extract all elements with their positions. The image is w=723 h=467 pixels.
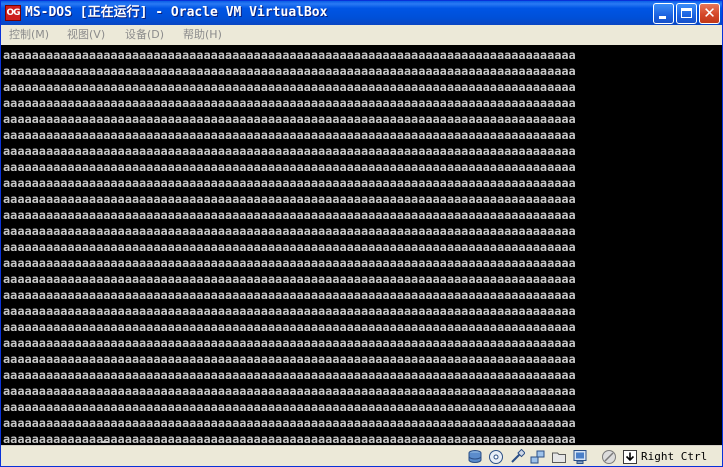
screen-line: aaaaaaaaaaaaaaaaaaaaaaaaaaaaaaaaaaaaaaaa… bbox=[3, 80, 576, 94]
menu-devices[interactable]: 设备(D) bbox=[125, 27, 164, 43]
text-cursor bbox=[101, 441, 109, 443]
maximize-button[interactable] bbox=[676, 3, 697, 24]
screen-line: aaaaaaaaaaaaaaaaaaaaaaaaaaaaaaaaaaaaaaaa… bbox=[3, 336, 576, 350]
title-bar[interactable]: OG MS-DOS [正在运行] - Oracle VM VirtualBox … bbox=[1, 1, 722, 25]
screen-line: aaaaaaaaaaaaaaaaaaaaaaaaaaaaaaaaaaaaaaaa… bbox=[3, 160, 576, 174]
hard-disk-icon[interactable] bbox=[467, 449, 483, 465]
screen-line: aaaaaaaaaaaaaaaaaaaaaaaaaaaaaaaaaaaaaaaa… bbox=[3, 112, 576, 126]
virtualbox-app-icon[interactable]: OG bbox=[5, 5, 21, 21]
screen-line: aaaaaaaaaaaaaaaaaaaaaaaaaaaaaaaaaaaaaaaa… bbox=[3, 384, 576, 398]
screen-line: aaaaaaaaaaaaaaaaaaaaaaaaaaaaaaaaaaaaaaaa… bbox=[3, 288, 576, 302]
close-icon: ✕ bbox=[703, 4, 716, 22]
vm-screen[interactable]: aaaaaaaaaaaaaaaaaaaaaaaaaaaaaaaaaaaaaaaa… bbox=[1, 45, 722, 445]
screen-line: aaaaaaaaaaaaaaaaaaaaaaaaaaaaaaaaaaaaaaaa… bbox=[3, 48, 576, 62]
display-icon[interactable] bbox=[572, 449, 588, 465]
screen-line: aaaaaaaaaaaaaaaaaaaaaaaaaaaaaaaaaaaaaaaa… bbox=[3, 256, 576, 270]
screen-line: aaaaaaaaaaaaaaaaaaaaaaaaaaaaaaaaaaaaaaaa… bbox=[3, 400, 576, 414]
minimize-icon bbox=[659, 16, 666, 19]
keyboard-capture-icon bbox=[622, 449, 638, 465]
menu-control[interactable]: 控制(M) bbox=[9, 27, 49, 43]
network-icon[interactable] bbox=[530, 449, 546, 465]
close-button[interactable]: ✕ bbox=[699, 3, 720, 24]
host-key-label: Right Ctrl bbox=[641, 450, 708, 463]
screen-line: aaaaaaaaaaaaaaaaaaaaaaaaaaaaaaaaaaaaaaaa… bbox=[3, 144, 576, 158]
optical-drive-icon[interactable] bbox=[488, 449, 504, 465]
screen-line: aaaaaaaaaaaaaaaaaaaaaaaaaaaaaaaaaaaaaaaa… bbox=[3, 352, 576, 366]
screen-line: aaaaaaaaaaaaaaaaaaaaaaaaaaaaaaaaaaaaaaaa… bbox=[3, 304, 576, 318]
status-bar: Right Ctrl bbox=[1, 445, 722, 466]
screen-line: aaaaaaaaaaaaaaaaaaaaaaaaaaaaaaaaaaaaaaaa… bbox=[3, 208, 576, 222]
screen-line: aaaaaaaaaaaaaaaaaaaaaaaaaaaaaaaaaaaaaaaa… bbox=[3, 176, 576, 190]
screen-line: aaaaaaaaaaaaaaaaaaaaaaaaaaaaaaaaaaaaaaaa… bbox=[3, 64, 576, 78]
maximize-icon bbox=[681, 8, 692, 18]
window-title: MS-DOS [正在运行] - Oracle VM VirtualBox bbox=[25, 5, 328, 20]
menu-bar: 控制(M) 视图(V) 设备(D) 帮助(H) bbox=[1, 25, 722, 45]
screen-line: aaaaaaaaaaaaaaaaaaaaaaaaaaaaaaaaaaaaaaaa… bbox=[3, 272, 576, 286]
screen-line: aaaaaaaaaaaaaaaaaaaaaaaaaaaaaaaaaaaaaaaa… bbox=[3, 416, 576, 430]
menu-help[interactable]: 帮助(H) bbox=[183, 27, 222, 43]
mouse-integration-icon[interactable] bbox=[601, 449, 617, 465]
screen-line: aaaaaaaaaaaaaaaaaaaaaaaaaaaaaaaaaaaaaaaa… bbox=[3, 320, 576, 334]
virtualbox-window: OG MS-DOS [正在运行] - Oracle VM VirtualBox … bbox=[0, 0, 723, 467]
minimize-button[interactable] bbox=[653, 3, 674, 24]
usb-icon[interactable] bbox=[509, 449, 525, 465]
screen-line: aaaaaaaaaaaaaaaaaaaaaaaaaaaaaaaaaaaaaaaa… bbox=[3, 128, 576, 142]
screen-line: aaaaaaaaaaaaaaaaaaaaaaaaaaaaaaaaaaaaaaaa… bbox=[3, 192, 576, 206]
screen-line: aaaaaaaaaaaaaaaaaaaaaaaaaaaaaaaaaaaaaaaa… bbox=[3, 240, 576, 254]
menu-view[interactable]: 视图(V) bbox=[67, 27, 105, 43]
screen-line: aaaaaaaaaaaaaaaaaaaaaaaaaaaaaaaaaaaaaaaa… bbox=[3, 368, 576, 382]
screen-line: aaaaaaaaaaaaaaaaaaaaaaaaaaaaaaaaaaaaaaaa… bbox=[3, 224, 576, 238]
screen-line: aaaaaaaaaaaaaaaaaaaaaaaaaaaaaaaaaaaaaaaa… bbox=[3, 432, 576, 445]
screen-line: aaaaaaaaaaaaaaaaaaaaaaaaaaaaaaaaaaaaaaaa… bbox=[3, 96, 576, 110]
shared-folders-icon[interactable] bbox=[551, 449, 567, 465]
